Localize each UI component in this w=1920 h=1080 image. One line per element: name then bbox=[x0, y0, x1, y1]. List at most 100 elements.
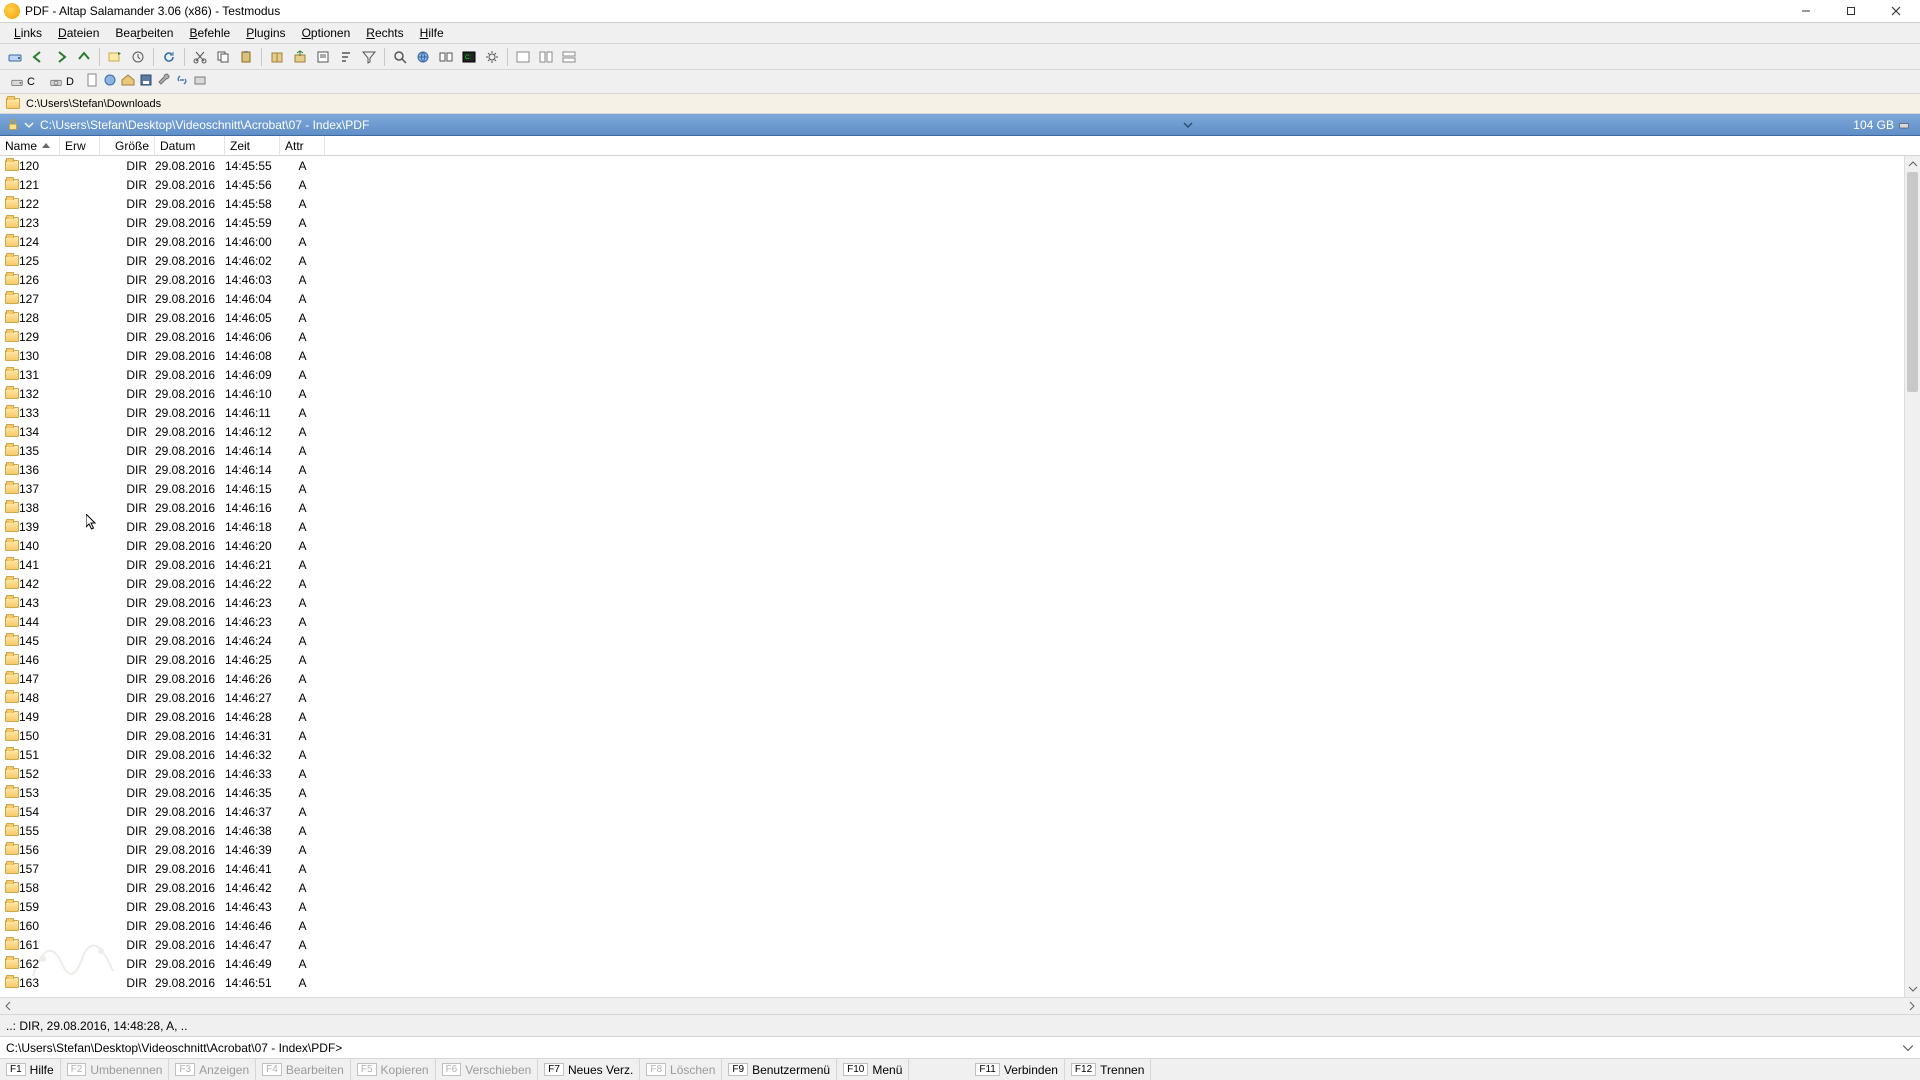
cmdline-dropdown-icon[interactable] bbox=[1902, 1042, 1914, 1054]
up-button[interactable] bbox=[73, 46, 95, 68]
table-row[interactable]: 154DIR29.08.201614:46:37A bbox=[0, 802, 1904, 821]
menu-rechts[interactable]: Rechts bbox=[358, 24, 411, 42]
table-row[interactable]: 127DIR29.08.201614:46:04A bbox=[0, 289, 1904, 308]
col-attr[interactable]: Attr bbox=[280, 136, 325, 155]
pack-button[interactable] bbox=[266, 46, 288, 68]
table-row[interactable]: 155DIR29.08.201614:46:38A bbox=[0, 821, 1904, 840]
table-row[interactable]: 144DIR29.08.201614:46:23A bbox=[0, 612, 1904, 631]
fkey-f9[interactable]: F9Benutzermenü bbox=[722, 1059, 837, 1080]
command-line[interactable]: C:\Users\Stefan\Desktop\Videoschnitt\Acr… bbox=[0, 1036, 1920, 1058]
table-row[interactable]: 152DIR29.08.201614:46:33A bbox=[0, 764, 1904, 783]
table-row[interactable]: 134DIR29.08.201614:46:12A bbox=[0, 422, 1904, 441]
vertical-scrollbar[interactable] bbox=[1904, 156, 1920, 997]
menu-optionen[interactable]: Optionen bbox=[294, 24, 359, 42]
col-name[interactable]: Name bbox=[0, 136, 60, 155]
col-ext[interactable]: Erw bbox=[60, 136, 100, 155]
table-row[interactable]: 146DIR29.08.201614:46:25A bbox=[0, 650, 1904, 669]
table-row[interactable]: 163DIR29.08.201614:46:51A bbox=[0, 973, 1904, 992]
scroll-up-arrow[interactable] bbox=[1905, 156, 1920, 172]
drivebar-tool-button[interactable] bbox=[156, 72, 172, 91]
table-row[interactable]: 138DIR29.08.201614:46:16A bbox=[0, 498, 1904, 517]
table-row[interactable]: 125DIR29.08.201614:46:02A bbox=[0, 251, 1904, 270]
table-row[interactable]: 160DIR29.08.201614:46:46A bbox=[0, 916, 1904, 935]
terminal-button[interactable]: C: bbox=[458, 46, 480, 68]
view-mode2-button[interactable] bbox=[535, 46, 557, 68]
active-path-bar[interactable]: C:\Users\Stefan\Desktop\Videoschnitt\Acr… bbox=[0, 114, 1920, 136]
menu-dateien[interactable]: Dateien bbox=[50, 24, 107, 42]
forward-button[interactable] bbox=[50, 46, 72, 68]
table-row[interactable]: 135DIR29.08.201614:46:14A bbox=[0, 441, 1904, 460]
table-row[interactable]: 161DIR29.08.201614:46:47A bbox=[0, 935, 1904, 954]
sort-button[interactable] bbox=[335, 46, 357, 68]
horizontal-scrollbar[interactable] bbox=[0, 997, 1920, 1014]
table-row[interactable]: 162DIR29.08.201614:46:49A bbox=[0, 954, 1904, 973]
menu-befehle[interactable]: Befehle bbox=[181, 24, 238, 42]
table-row[interactable]: 147DIR29.08.201614:46:26A bbox=[0, 669, 1904, 688]
find-button[interactable] bbox=[389, 46, 411, 68]
table-row[interactable]: 121DIR29.08.201614:45:56A bbox=[0, 175, 1904, 194]
paste-button[interactable] bbox=[235, 46, 257, 68]
table-row[interactable]: 140DIR29.08.201614:46:20A bbox=[0, 536, 1904, 555]
table-row[interactable]: 143DIR29.08.201614:46:23A bbox=[0, 593, 1904, 612]
fkey-f7[interactable]: F7Neues Verz. bbox=[538, 1059, 640, 1080]
table-row[interactable]: 120DIR29.08.201614:45:55A bbox=[0, 156, 1904, 175]
scroll-thumb[interactable] bbox=[1907, 172, 1918, 392]
change-drive-button[interactable] bbox=[4, 46, 26, 68]
drivebar-net-button[interactable] bbox=[102, 72, 118, 91]
menu-hilfe[interactable]: Hilfe bbox=[412, 24, 452, 42]
fkey-f12[interactable]: F12Trennen bbox=[1065, 1059, 1151, 1080]
drivebar-doc-button[interactable] bbox=[84, 72, 100, 91]
history-button[interactable] bbox=[127, 46, 149, 68]
cut-button[interactable] bbox=[189, 46, 211, 68]
col-date[interactable]: Datum bbox=[155, 136, 225, 155]
table-row[interactable]: 122DIR29.08.201614:45:58A bbox=[0, 194, 1904, 213]
refresh-button[interactable] bbox=[158, 46, 180, 68]
compare-button[interactable] bbox=[435, 46, 457, 68]
back-button[interactable] bbox=[27, 46, 49, 68]
inactive-path-bar[interactable]: C:\Users\Stefan\Downloads bbox=[0, 94, 1920, 114]
table-row[interactable]: 149DIR29.08.201614:46:28A bbox=[0, 707, 1904, 726]
copy-button[interactable] bbox=[212, 46, 234, 68]
table-row[interactable]: 153DIR29.08.201614:46:35A bbox=[0, 783, 1904, 802]
fkey-f10[interactable]: F10Menü bbox=[837, 1059, 909, 1080]
table-row[interactable]: 136DIR29.08.201614:46:14A bbox=[0, 460, 1904, 479]
table-row[interactable]: 123DIR29.08.201614:45:59A bbox=[0, 213, 1904, 232]
close-button[interactable] bbox=[1873, 0, 1918, 22]
path-dropdown-icon[interactable] bbox=[1183, 120, 1193, 130]
menu-plugins[interactable]: Plugins bbox=[238, 24, 293, 42]
connect-button[interactable] bbox=[412, 46, 434, 68]
filter-button[interactable] bbox=[358, 46, 380, 68]
table-row[interactable]: 157DIR29.08.201614:46:41A bbox=[0, 859, 1904, 878]
table-row[interactable]: 150DIR29.08.201614:46:31A bbox=[0, 726, 1904, 745]
scroll-left-arrow[interactable] bbox=[0, 998, 16, 1014]
table-row[interactable]: 133DIR29.08.201614:46:11A bbox=[0, 403, 1904, 422]
settings-button[interactable] bbox=[481, 46, 503, 68]
table-row[interactable]: 156DIR29.08.201614:46:39A bbox=[0, 840, 1904, 859]
chevron-down-icon[interactable] bbox=[24, 120, 34, 130]
hotpaths-button[interactable] bbox=[104, 46, 126, 68]
drive-d-button[interactable]: D bbox=[43, 72, 80, 92]
drivebar-link-button[interactable] bbox=[174, 72, 190, 91]
file-list[interactable]: 120DIR29.08.201614:45:55A121DIR29.08.201… bbox=[0, 156, 1920, 997]
menu-links[interactable]: Links bbox=[6, 24, 50, 42]
maximize-button[interactable] bbox=[1828, 0, 1873, 22]
table-row[interactable]: 129DIR29.08.201614:46:06A bbox=[0, 327, 1904, 346]
drivebar-floppy-button[interactable] bbox=[138, 72, 154, 91]
table-row[interactable]: 151DIR29.08.201614:46:32A bbox=[0, 745, 1904, 764]
scroll-right-arrow[interactable] bbox=[1904, 998, 1920, 1014]
fkey-f11[interactable]: F11Verbinden bbox=[969, 1059, 1065, 1080]
table-row[interactable]: 139DIR29.08.201614:46:18A bbox=[0, 517, 1904, 536]
table-row[interactable]: 128DIR29.08.201614:46:05A bbox=[0, 308, 1904, 327]
scroll-down-arrow[interactable] bbox=[1905, 981, 1920, 997]
table-row[interactable]: 142DIR29.08.201614:46:22A bbox=[0, 574, 1904, 593]
table-row[interactable]: 137DIR29.08.201614:46:15A bbox=[0, 479, 1904, 498]
scroll-track[interactable] bbox=[1905, 172, 1920, 981]
view-mode3-button[interactable] bbox=[558, 46, 580, 68]
col-size[interactable]: Größe bbox=[100, 136, 155, 155]
drive-c-button[interactable]: C bbox=[4, 72, 41, 92]
minimize-button[interactable] bbox=[1783, 0, 1828, 22]
view-mode1-button[interactable] bbox=[512, 46, 534, 68]
table-row[interactable]: 141DIR29.08.201614:46:21A bbox=[0, 555, 1904, 574]
table-row[interactable]: 126DIR29.08.201614:46:03A bbox=[0, 270, 1904, 289]
fkey-f1[interactable]: F1Hilfe bbox=[0, 1059, 61, 1080]
